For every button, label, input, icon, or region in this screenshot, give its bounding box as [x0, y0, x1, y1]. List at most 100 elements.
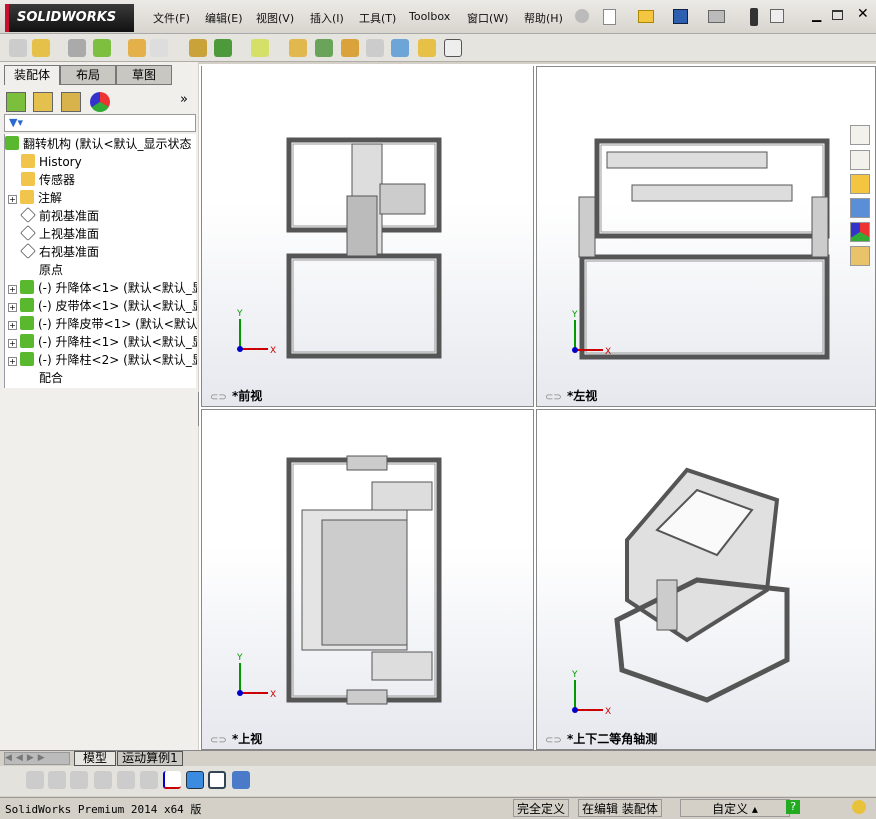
insert-components-icon[interactable]: [32, 39, 50, 57]
tree-item[interactable]: History: [5, 153, 197, 171]
sensor-folder-icon: [21, 172, 35, 186]
tab-sketch[interactable]: 草图: [116, 65, 172, 85]
menu-toolbox[interactable]: Toolbox: [409, 10, 450, 23]
tab-motion-study[interactable]: 运动算例1: [117, 751, 183, 766]
help-icon[interactable]: ?: [786, 800, 800, 814]
expand-icon[interactable]: +: [8, 285, 17, 294]
tree-item-label: 上视基准面: [39, 227, 100, 241]
menu-help[interactable]: 帮助(H): [524, 10, 563, 26]
reference-geometry-icon[interactable]: [251, 39, 269, 57]
display-manager-icon[interactable]: [90, 92, 110, 112]
four-view-icon[interactable]: [208, 771, 226, 789]
menu-window[interactable]: 窗口(W): [467, 10, 508, 26]
tab-layout[interactable]: 布局: [60, 65, 116, 85]
tree-item[interactable]: 前视基准面: [5, 207, 197, 225]
tree-item[interactable]: + 注解: [5, 189, 197, 207]
plane-icon: [20, 207, 36, 223]
viewport-0[interactable]: XY ⊂⊃ *前视: [201, 66, 534, 407]
model-drawing: XY: [571, 138, 830, 360]
product-version: SolidWorks Premium 2014 x64 版: [5, 803, 202, 816]
viewport-3[interactable]: XY ⊂⊃ *上下二等角轴测: [536, 409, 876, 750]
tree-root[interactable]: 翻转机构 (默认<默认_显示状态: [5, 135, 197, 153]
expand-icon[interactable]: +: [8, 339, 17, 348]
appearances-icon[interactable]: [850, 222, 870, 242]
tree-item[interactable]: 传感器: [5, 171, 197, 189]
tab-model[interactable]: 模型: [74, 751, 116, 766]
tree-item[interactable]: 上视基准面: [5, 225, 197, 243]
design-library-icon[interactable]: [850, 150, 870, 170]
minimize-icon[interactable]: ▁: [812, 8, 821, 22]
options-icon[interactable]: [770, 9, 784, 23]
expand-icon[interactable]: +: [8, 321, 17, 330]
menu-edit[interactable]: 编辑(E): [205, 10, 243, 26]
tree-item[interactable]: 原点: [5, 261, 197, 279]
save-icon[interactable]: [673, 9, 688, 24]
file-explorer-icon[interactable]: [850, 174, 870, 194]
triad-axes: XY: [236, 653, 276, 700]
new-motion-study-icon[interactable]: [289, 39, 307, 57]
single-view-icon[interactable]: [186, 771, 204, 789]
close-icon[interactable]: ✕: [857, 6, 869, 22]
view-palette-icon[interactable]: [850, 198, 870, 218]
section-view-icon[interactable]: [26, 771, 44, 789]
part-icon: [20, 316, 34, 330]
property-manager-icon[interactable]: [33, 92, 53, 112]
link-views-icon[interactable]: [232, 771, 250, 789]
custom-properties-icon[interactable]: [850, 246, 870, 266]
explode-line-sketch-icon[interactable]: [366, 39, 384, 57]
open-icon[interactable]: [638, 10, 654, 23]
filter-field[interactable]: ▼▾: [4, 114, 196, 132]
menu-tools[interactable]: 工具(T): [359, 10, 396, 26]
configuration-manager-icon[interactable]: [61, 92, 81, 112]
rebuild-traffic-light-icon[interactable]: [750, 8, 758, 26]
menu-view[interactable]: 视图(V): [256, 10, 294, 26]
z-axis: [237, 690, 243, 696]
draft-quality-icon[interactable]: [70, 771, 88, 789]
bill-of-materials-icon[interactable]: [315, 39, 333, 57]
expand-icon[interactable]: +: [8, 357, 17, 366]
tree-item[interactable]: + (-) 升降体<1> (默认<默认_显: [5, 279, 197, 297]
status-bar: SolidWorks Premium 2014 x64 版 完全定义 在编辑 装…: [0, 797, 876, 818]
show-hidden-icon[interactable]: [189, 39, 207, 57]
pin-icon[interactable]: [575, 9, 589, 23]
tab-assembly[interactable]: 装配体: [4, 65, 60, 85]
compare-icon[interactable]: [140, 771, 158, 789]
viewport-2[interactable]: XY ⊂⊃ *上视: [201, 409, 534, 750]
solidworks-logo[interactable]: SOLIDWORKS: [5, 4, 134, 32]
shaded-icon[interactable]: [48, 771, 66, 789]
interference-detection-icon[interactable]: [391, 39, 409, 57]
tree-item[interactable]: + (-) 升降柱<2> (默认<默认_显: [5, 351, 197, 369]
expand-chevron-icon[interactable]: »: [180, 92, 188, 107]
coordinate-axes-icon[interactable]: [163, 771, 181, 789]
list-icon[interactable]: [94, 771, 112, 789]
exploded-view-icon[interactable]: [341, 39, 359, 57]
menu-file[interactable]: 文件(F): [153, 10, 190, 26]
clearance-verification-icon[interactable]: [418, 39, 436, 57]
units-selector[interactable]: 自定义 ▴: [680, 799, 790, 817]
mate-icon[interactable]: [68, 39, 86, 57]
filter-icon: ▼▾: [9, 116, 23, 129]
solidworks-resources-icon[interactable]: [850, 125, 870, 145]
tab-scroll-arrows[interactable]: ◀◀▶▶: [4, 752, 70, 765]
tree-item[interactable]: + (-) 升降柱<1> (默认<默认_显: [5, 333, 197, 351]
expand-icon[interactable]: +: [8, 195, 17, 204]
tag-icon[interactable]: [852, 800, 866, 814]
print-icon[interactable]: [708, 10, 725, 23]
instant3d-icon[interactable]: [444, 39, 462, 57]
menu-insert[interactable]: 插入(I): [310, 10, 344, 26]
viewport-1[interactable]: XY ⊂⊃ *左视: [536, 66, 876, 407]
tree-item[interactable]: + (-) 皮带体<1> (默认<默认_显: [5, 297, 197, 315]
new-document-icon[interactable]: [603, 9, 616, 25]
move-component-icon[interactable]: [150, 39, 168, 57]
linear-pattern-icon[interactable]: [93, 39, 111, 57]
smart-fasteners-icon[interactable]: [128, 39, 146, 57]
grid-icon[interactable]: [117, 771, 135, 789]
assembly-features-icon[interactable]: [214, 39, 232, 57]
tree-item[interactable]: + (-) 升降皮带<1> (默认<默认: [5, 315, 197, 333]
restore-icon[interactable]: [832, 10, 843, 20]
expand-icon[interactable]: +: [8, 303, 17, 312]
tree-item[interactable]: 配合: [5, 369, 197, 387]
tree-item[interactable]: 右视基准面: [5, 243, 197, 261]
feature-manager-icon[interactable]: [6, 92, 26, 112]
edit-component-icon[interactable]: [9, 39, 27, 57]
